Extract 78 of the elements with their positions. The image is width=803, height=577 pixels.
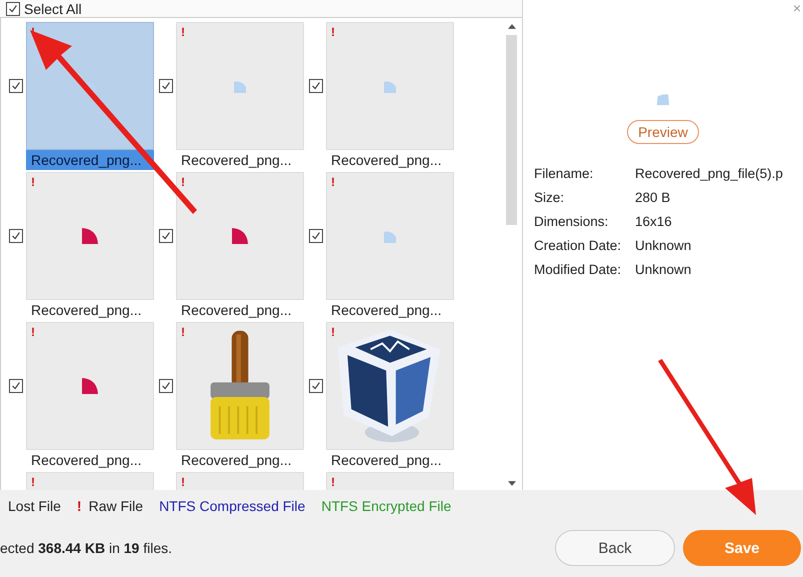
raw-mark: ! [181, 175, 185, 189]
raw-mark: ! [331, 475, 335, 489]
legend-label: NTFS Encrypted File [321, 498, 452, 514]
check-icon [160, 230, 172, 242]
detail-label: Creation Date: [534, 237, 622, 255]
thumbnail[interactable]: ! [26, 172, 154, 300]
check-icon [310, 380, 322, 392]
thumbnail[interactable]: ! [26, 472, 154, 490]
file-name: Recovered_png... [330, 451, 443, 470]
detail-label: Size: [534, 189, 566, 207]
thumbnail[interactable]: ! [176, 172, 304, 300]
status-text: ected 368.44 KB in 19 files. [0, 540, 172, 556]
raw-mark: ! [181, 325, 185, 339]
scroll-up-icon[interactable] [508, 24, 516, 29]
detail-label: Filename: [534, 165, 594, 183]
tile-checkbox[interactable] [159, 379, 173, 393]
file-name: Recovered_png... [180, 451, 293, 470]
check-icon [10, 230, 22, 242]
thumbnail[interactable]: ! [326, 172, 454, 300]
thumbnail[interactable]: ! [326, 22, 454, 150]
legend-label: Lost File [8, 498, 61, 514]
file-name: Recovered_png... [330, 151, 443, 170]
thumbnail[interactable]: ! [326, 322, 454, 450]
check-icon [10, 80, 22, 92]
file-name: Recovered_png... [330, 301, 443, 320]
preview-image-icon [656, 92, 670, 106]
save-button[interactable]: Save [683, 530, 801, 566]
file-name: Recovered_png... [26, 150, 154, 170]
raw-mark: ! [181, 25, 185, 39]
detail-value: 16x16 [635, 213, 673, 231]
close-button[interactable]: × [792, 0, 801, 16]
preview-button[interactable]: Preview [627, 120, 699, 144]
check-icon [160, 80, 172, 92]
raw-mark: ! [31, 325, 35, 339]
tile-checkbox[interactable] [159, 229, 173, 243]
thumbnail[interactable]: ! [176, 472, 304, 490]
back-button[interactable]: Back [555, 530, 675, 566]
thumbnail[interactable]: ! [176, 322, 304, 450]
check-icon [160, 380, 172, 392]
detail-value: Recovered_png_file(5).p [635, 165, 784, 183]
select-all-label: Select All [24, 0, 82, 16]
scroll-down-icon[interactable] [508, 481, 516, 486]
raw-mark: ! [181, 475, 185, 489]
file-name: Recovered_png... [180, 151, 293, 170]
file-name: Recovered_png... [30, 451, 143, 470]
select-all-checkbox[interactable] [6, 2, 20, 16]
detail-label: Modified Date: [534, 261, 622, 279]
raw-mark: ! [31, 475, 35, 489]
raw-mark: ! [331, 25, 335, 39]
check-icon [310, 230, 322, 242]
thumbnail[interactable]: ! [26, 322, 154, 450]
tile-checkbox[interactable] [159, 79, 173, 93]
tile-checkbox[interactable] [309, 379, 323, 393]
detail-label: Dimensions: [534, 213, 610, 231]
raw-mark: ! [331, 175, 335, 189]
raw-mark: ! [331, 325, 335, 339]
tile-checkbox[interactable] [9, 79, 23, 93]
check-icon [7, 2, 19, 14]
file-name: Recovered_png... [180, 301, 293, 320]
detail-value: 280 B [635, 189, 672, 207]
legend-label: NTFS Compressed File [159, 498, 306, 514]
tile-checkbox[interactable] [9, 229, 23, 243]
quarter-icon [81, 227, 99, 245]
detail-value: Unknown [635, 237, 692, 255]
legend-label: Raw File [88, 498, 144, 514]
file-name: Recovered_png... [30, 301, 143, 320]
thumbnail[interactable]: ! [176, 22, 304, 150]
detail-value: Unknown [635, 261, 692, 279]
raw-mark: ! [76, 498, 82, 514]
tile-checkbox[interactable] [309, 79, 323, 93]
quarter-icon [81, 377, 99, 395]
tile-checkbox[interactable] [309, 229, 323, 243]
thumbnail[interactable]: ! [326, 472, 454, 490]
raw-mark: ! [31, 175, 35, 189]
tile-checkbox[interactable] [9, 379, 23, 393]
quarter-icon [231, 227, 249, 245]
check-icon [310, 80, 322, 92]
check-icon [10, 380, 22, 392]
